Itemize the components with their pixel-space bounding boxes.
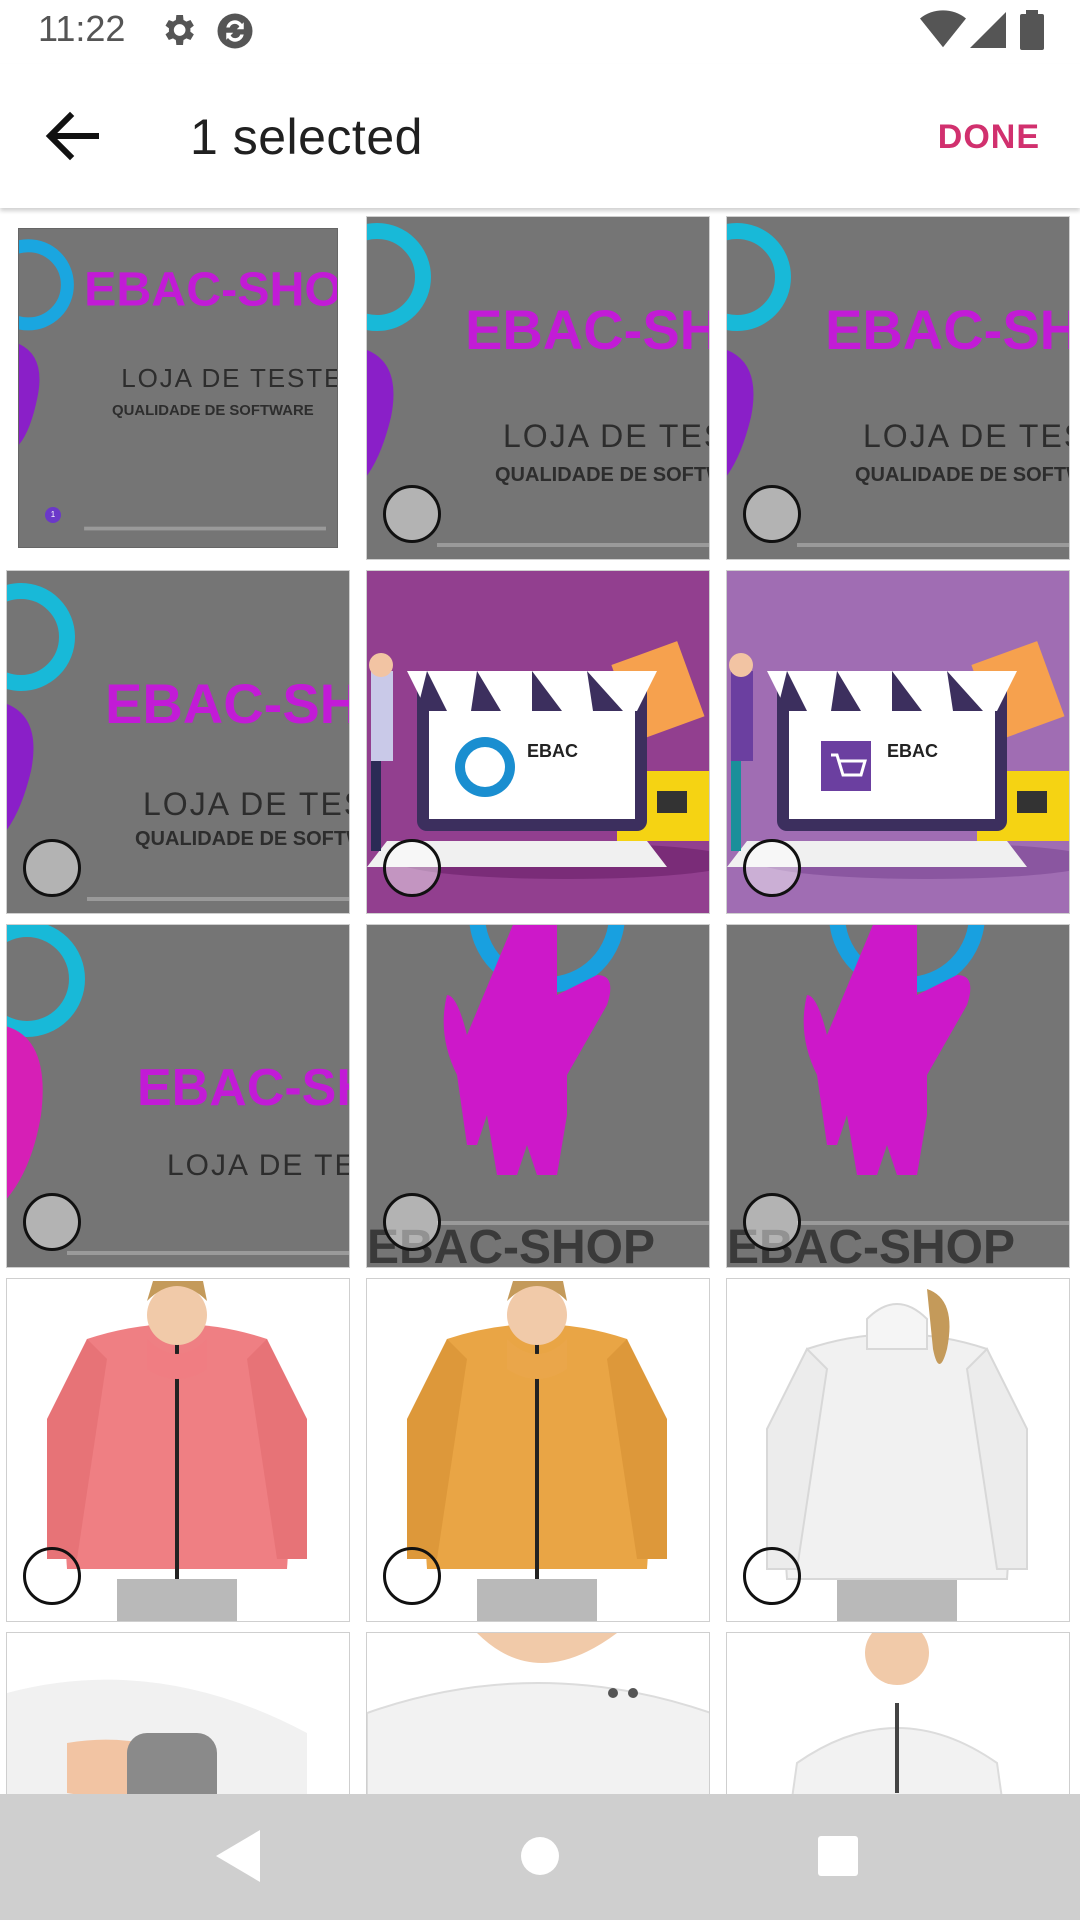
- select-circle[interactable]: [23, 839, 81, 897]
- svg-text:EBAC: EBAC: [527, 741, 578, 761]
- select-circle[interactable]: [743, 839, 801, 897]
- home-circle-icon[interactable]: [520, 1830, 560, 1882]
- select-circle[interactable]: [383, 1193, 441, 1251]
- select-circle[interactable]: [383, 485, 441, 543]
- svg-text:EBAC-SHOP: EBAC-SHOP: [465, 298, 710, 361]
- grid-tile-11[interactable]: [366, 1278, 710, 1622]
- battery-icon: [1020, 10, 1044, 50]
- grid-tile-8[interactable]: EBAC-SHOP: [366, 924, 710, 1268]
- svg-text:QUALIDADE DE SOFTWARE: QUALIDADE DE SOFTWARE: [112, 403, 314, 419]
- grid-tile-12[interactable]: [726, 1278, 1070, 1622]
- grid-tile-4[interactable]: EBAC-SHOP LOJA DE TESTES QUALIDADE DE SO…: [6, 570, 350, 914]
- svg-text:LOJA DE TESTES: LOJA DE TESTES: [143, 786, 350, 822]
- back-triangle-icon[interactable]: [216, 1830, 260, 1882]
- select-circle[interactable]: [383, 839, 441, 897]
- grid-tile-13[interactable]: [6, 1632, 350, 1794]
- status-bar: 11:22: [0, 0, 1080, 64]
- select-circle[interactable]: [743, 1547, 801, 1605]
- select-circle[interactable]: [383, 1547, 441, 1605]
- grid-tile-9[interactable]: EBAC-SHOP: [726, 924, 1070, 1268]
- ebac-logo-thumbnail: EBAC-SHOP LOJA DE TESTES QUALIDADE DE SO…: [19, 229, 338, 547]
- svg-text:EBAC: EBAC: [887, 741, 938, 761]
- grid-tile-7[interactable]: EBAC-SHOP LOJA DE TESTES: [6, 924, 350, 1268]
- settings-icon: [165, 15, 194, 45]
- white-jacket-photo: [727, 1633, 1069, 1794]
- app-bar: 1 selected DONE: [0, 64, 1080, 208]
- svg-text:QUALIDADE DE SOFTWARE: QUALIDADE DE SOFTWARE: [135, 828, 350, 850]
- svg-text:LOJA DE TESTES: LOJA DE TESTES: [503, 418, 710, 454]
- grid-tile-15[interactable]: [726, 1632, 1070, 1794]
- white-jacket-photo: [7, 1633, 349, 1794]
- select-circle[interactable]: [743, 485, 801, 543]
- grid-tile-3[interactable]: EBAC-SHOP LOJA DE TESTES QUALIDADE DE SO…: [726, 216, 1070, 560]
- select-circle[interactable]: [743, 1193, 801, 1251]
- svg-text:QUALIDADE DE SOFTWARE: QUALIDADE DE SOFTWARE: [855, 464, 1070, 486]
- selection-count-title: 1 selected: [190, 109, 423, 165]
- signal-icon: [970, 12, 1006, 48]
- recents-square-icon[interactable]: [818, 1830, 858, 1882]
- grid-tile-10[interactable]: [6, 1278, 350, 1622]
- svg-text:EBAC-SHOP: EBAC-SHOP: [825, 298, 1070, 361]
- grid-tile-14[interactable]: [366, 1632, 710, 1794]
- svg-text:EBAC-SHOP: EBAC-SHOP: [84, 262, 338, 316]
- done-button[interactable]: DONE: [938, 118, 1040, 157]
- grid-tile-1[interactable]: EBAC-SHOP LOJA DE TESTES QUALIDADE DE SO…: [18, 228, 338, 548]
- select-circle[interactable]: [23, 1193, 81, 1251]
- svg-text:LOJA DE TESTES: LOJA DE TESTES: [167, 1149, 350, 1182]
- status-time: 11:22: [38, 8, 126, 49]
- media-grid: EBAC-SHOP LOJA DE TESTES QUALIDADE DE SO…: [0, 208, 1080, 1794]
- wifi-icon: [920, 10, 966, 48]
- select-circle[interactable]: [23, 1547, 81, 1605]
- grid-tile-5[interactable]: EBAC: [366, 570, 710, 914]
- svg-text:EBAC-SHOP: EBAC-SHOP: [105, 672, 350, 735]
- svg-text:QUALIDADE DE SOFTWARE: QUALIDADE DE SOFTWARE: [495, 464, 710, 486]
- svg-text:LOJA DE TESTES: LOJA DE TESTES: [863, 418, 1070, 454]
- selection-order-badge[interactable]: 1: [45, 507, 61, 523]
- sync-icon: [217, 13, 253, 49]
- system-nav-bar: [0, 1794, 1080, 1920]
- grid-tile-6[interactable]: EBAC: [726, 570, 1070, 914]
- svg-text:LOJA DE TESTES: LOJA DE TESTES: [121, 363, 338, 393]
- grid-tile-2[interactable]: EBAC-SHOP LOJA DE TESTES QUALIDADE DE SO…: [366, 216, 710, 560]
- back-arrow-icon[interactable]: [36, 104, 110, 168]
- white-jacket-photo: [367, 1633, 709, 1794]
- svg-text:EBAC-SHOP: EBAC-SHOP: [137, 1059, 350, 1117]
